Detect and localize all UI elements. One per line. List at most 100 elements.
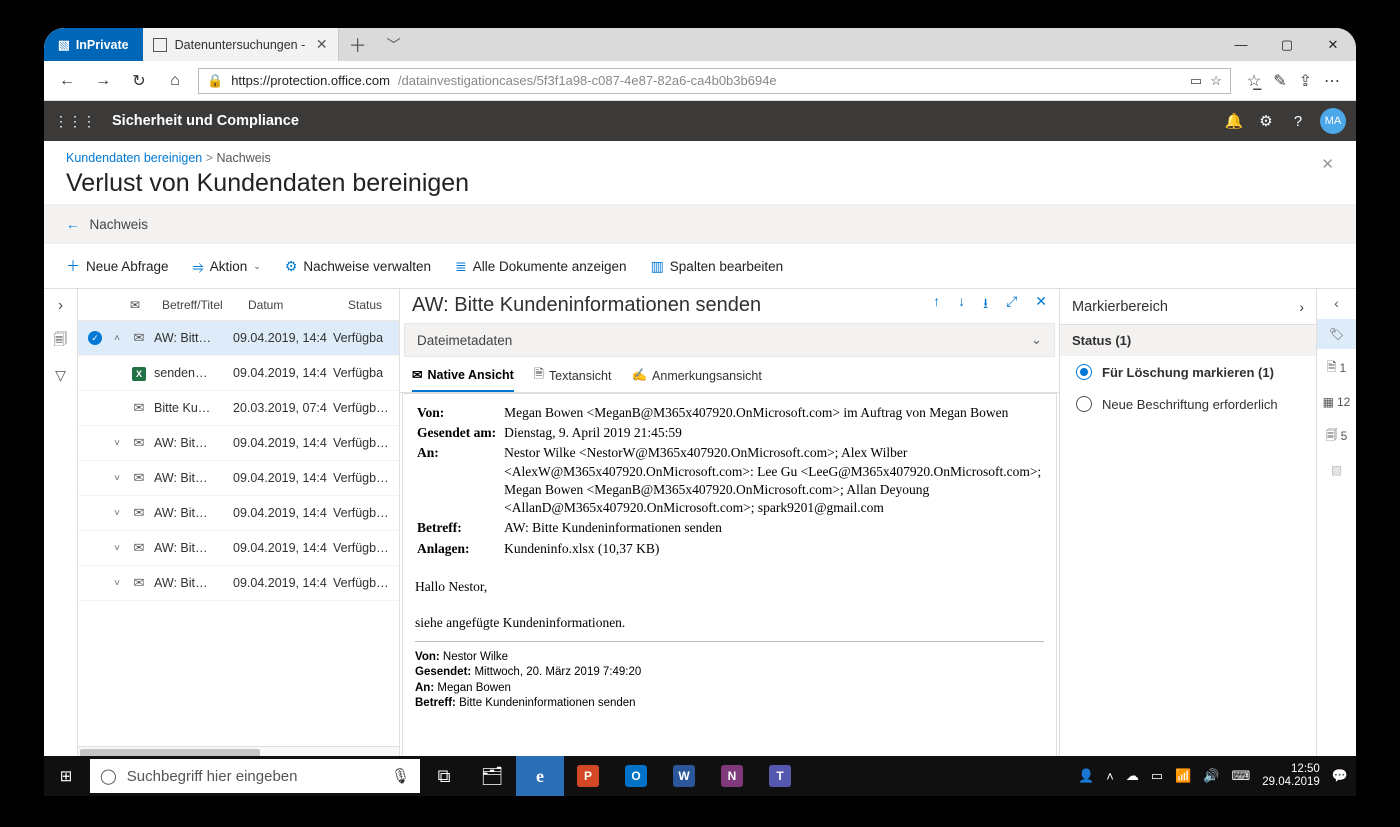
table-row[interactable]: ˅✉AW: Bit…09.04.2019, 14:4…Verfügb… [78, 426, 399, 461]
more-icon[interactable]: ⋯ [1324, 71, 1340, 91]
tag-new-label-required[interactable]: Neue Beschriftung erforderlich [1060, 388, 1316, 420]
edit-columns-button[interactable]: ▥Spalten bearbeiten [651, 258, 784, 275]
refresh-button[interactable]: ↻ [126, 71, 152, 91]
table-row[interactable]: ˅✉AW: Bit…09.04.2019, 14:4…Verfügb… [78, 496, 399, 531]
rail-copy-count[interactable]: 🗐5 [1317, 421, 1356, 451]
col-date[interactable]: Datum [248, 298, 342, 312]
inprivate-icon: ▧ [58, 37, 70, 52]
expand-toggle-icon[interactable]: ˅ [110, 508, 124, 519]
expand-toggle-icon[interactable]: ˅ [110, 473, 124, 484]
new-query-button[interactable]: ＋Neue Abfrage [66, 256, 169, 276]
favorite-icon[interactable]: ☆ [1210, 73, 1222, 89]
url-input[interactable]: 🔒 https://protection.office.com/datainve… [198, 68, 1231, 94]
tab-native-view[interactable]: ✉Native Ansicht [412, 365, 514, 392]
forward-button[interactable]: → [90, 72, 116, 90]
queries-icon[interactable]: 🗐 [54, 329, 68, 353]
table-row[interactable]: ˅✉AW: Bit…09.04.2019, 14:4…Verfügb… [78, 566, 399, 601]
file-metadata-bar[interactable]: Dateimetadaten ⌄ [404, 323, 1055, 357]
rail-tag-icon[interactable]: 🏷 [1317, 319, 1356, 349]
edge-icon[interactable]: e [516, 756, 564, 796]
back-button[interactable]: ← [54, 72, 80, 90]
people-icon[interactable]: 👤 [1078, 768, 1094, 784]
action-button[interactable]: ⥤Aktion ⌄ [193, 258, 261, 275]
notifications-icon[interactable]: 🔔 [1218, 112, 1250, 130]
tab-close-icon[interactable]: ✕ [316, 36, 328, 53]
onedrive-icon[interactable]: ☁ [1126, 768, 1139, 784]
maximize-button[interactable]: ▢ [1264, 37, 1310, 53]
tab-text-view[interactable]: 🗎Textansicht [534, 365, 612, 392]
expand-toggle-icon[interactable]: ˄ [110, 333, 124, 344]
favorites-icon[interactable]: ☆̲ [1247, 71, 1261, 91]
mail-body[interactable]: Von:Megan Bowen <MeganB@M365x407920.OnMi… [402, 393, 1057, 760]
avatar[interactable]: MA [1320, 108, 1346, 134]
expand-toggle-icon[interactable]: ˅ [110, 438, 124, 449]
item-date: 09.04.2019, 14:4… [233, 506, 327, 520]
tray-chevron-icon[interactable]: ˄ [1106, 769, 1114, 784]
teams-icon[interactable]: T [756, 756, 804, 796]
expand-icon[interactable]: ⤢ [1006, 293, 1017, 317]
url-host: https://protection.office.com [231, 73, 390, 88]
action-icon: ⥤ [193, 258, 204, 275]
download-icon[interactable]: ⭳ [983, 293, 988, 317]
item-date: 09.04.2019, 14:4… [233, 471, 327, 485]
powerpoint-icon[interactable]: P [564, 756, 612, 796]
clock[interactable]: 12:50 29.04.2019 [1262, 763, 1320, 789]
battery-icon[interactable]: ▭ [1151, 768, 1163, 784]
row-checkbox[interactable]: ✓ [86, 331, 104, 345]
sound-icon[interactable]: 🔊 [1203, 768, 1219, 784]
next-item-icon[interactable]: ↓ [958, 293, 965, 317]
collapse-rail-icon[interactable]: ‹ [1334, 295, 1339, 311]
chevron-right-icon[interactable]: › [1299, 299, 1304, 315]
file-explorer-icon[interactable]: 🗂 [468, 756, 516, 796]
notes-icon[interactable]: ✎ [1273, 71, 1286, 91]
table-row[interactable]: ✉Bitte Ku…20.03.2019, 07:4…Verfügb… [78, 391, 399, 426]
tab-annotation-view[interactable]: ✍Anmerkungsansicht [631, 365, 761, 392]
browser-tab[interactable]: Datenuntersuchungen - ✕ [143, 28, 339, 61]
notifications-tray-icon[interactable]: 💬 [1332, 768, 1348, 784]
table-row[interactable]: ˅✉AW: Bit…09.04.2019, 14:4…Verfügb… [78, 461, 399, 496]
expand-rail-icon[interactable]: › [58, 297, 63, 315]
mic-icon[interactable]: 🎙 [391, 767, 410, 785]
app-launcher-icon[interactable]: ⋮⋮⋮ [54, 113, 96, 130]
table-row[interactable]: Xsenden…09.04.2019, 14:4…Verfügba [78, 356, 399, 391]
wifi-icon[interactable]: 📶 [1175, 768, 1191, 784]
manage-evidence-button[interactable]: ⚙Nachweise verwalten [285, 258, 431, 275]
reading-view-icon[interactable]: ▭ [1190, 73, 1202, 89]
onenote-icon[interactable]: N [708, 756, 756, 796]
show-all-docs-button[interactable]: ≣Alle Dokumente anzeigen [455, 258, 627, 275]
expand-toggle-icon[interactable]: ˅ [110, 543, 124, 554]
col-status[interactable]: Status [348, 298, 391, 312]
status-group[interactable]: Status (1) [1060, 325, 1316, 356]
taskbar-search[interactable]: ◯ Suchbegriff hier eingeben 🎙 [90, 759, 420, 793]
start-button[interactable]: ⊞ [44, 767, 88, 785]
breadcrumb-root[interactable]: Kundendaten bereinigen [66, 151, 202, 165]
outlook-icon[interactable]: O [612, 756, 660, 796]
rail-doc-count[interactable]: 🗎1 [1317, 353, 1356, 383]
col-title[interactable]: Betreff/Titel [162, 298, 242, 312]
col-icon[interactable]: ✉ [130, 298, 156, 312]
back-row[interactable]: ← Nachweis [44, 204, 1356, 244]
share-icon[interactable]: ⇪ [1299, 71, 1312, 91]
new-tab-button[interactable]: ＋ [339, 28, 377, 61]
close-preview-icon[interactable]: ✕ [1035, 293, 1047, 317]
prev-item-icon[interactable]: ↑ [933, 293, 940, 317]
help-icon[interactable]: ? [1282, 113, 1314, 130]
table-row[interactable]: ˅✉AW: Bit…09.04.2019, 14:4…Verfügb… [78, 531, 399, 566]
copy-icon: 🗐 [1326, 426, 1338, 447]
panel-close-icon[interactable]: ✕ [1321, 155, 1334, 173]
language-icon[interactable]: ⌨ [1231, 768, 1250, 784]
word-icon[interactable]: W [660, 756, 708, 796]
home-button[interactable]: ⌂ [162, 72, 188, 90]
task-view-icon[interactable]: ⧉ [420, 756, 468, 796]
filter-icon[interactable]: ▽ [55, 367, 66, 384]
close-button[interactable]: ✕ [1310, 37, 1356, 53]
minimize-button[interactable]: — [1218, 37, 1264, 52]
tag-mark-for-deletion[interactable]: Für Löschung markieren (1) [1060, 356, 1316, 388]
settings-icon[interactable]: ⚙ [1250, 112, 1282, 130]
item-status: Verfügb… [333, 576, 391, 590]
rail-grid-count[interactable]: ▦12 [1317, 387, 1356, 417]
expand-toggle-icon[interactable]: ˅ [110, 578, 124, 589]
rail-dash-icon[interactable]: ▧ [1317, 455, 1356, 485]
tab-overflow-icon[interactable]: ﹀ [377, 28, 411, 61]
table-row[interactable]: ✓˄✉AW: Bitt…09.04.2019, 14:4…Verfügba [78, 321, 399, 356]
